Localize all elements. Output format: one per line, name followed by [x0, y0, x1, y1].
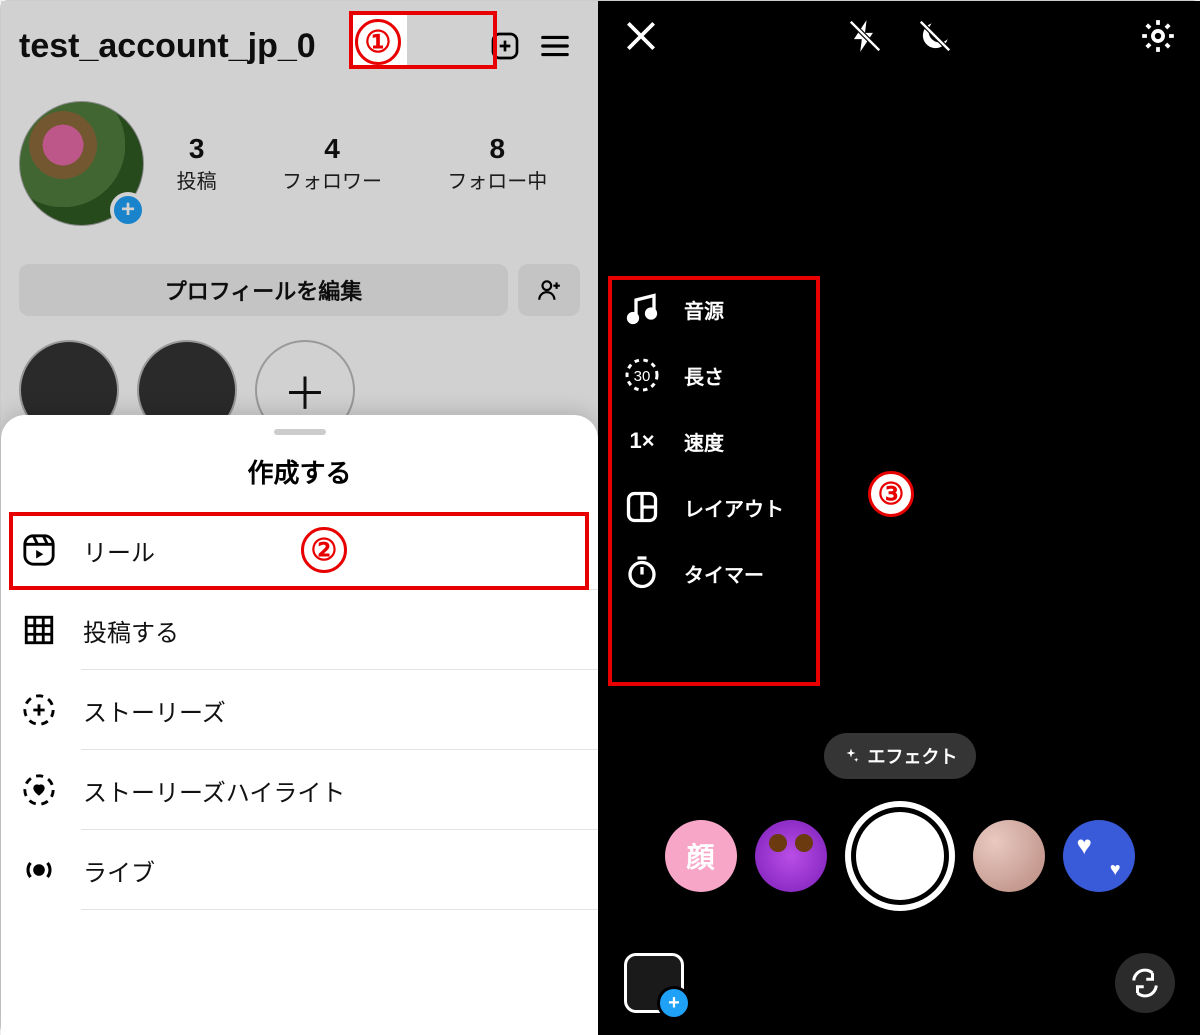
add-person-icon [536, 277, 562, 303]
stat-following-count: 8 [447, 133, 547, 165]
stat-following-label: フォロー中 [447, 165, 547, 194]
sheet-item-label: ストーリーズハイライト [83, 773, 345, 808]
gallery-picker-button[interactable] [624, 953, 684, 1013]
filter-glow[interactable] [973, 820, 1045, 892]
effect-label: エフェクト [868, 743, 958, 769]
create-bottom-sheet: 作成する リール 投稿する ストーリーズ ストーリーズハイライト ライブ [1, 415, 598, 1035]
edit-profile-button[interactable]: プロフィールを編集 [19, 264, 508, 316]
add-story-badge[interactable]: + [110, 192, 146, 228]
stat-posts-count: 3 [177, 133, 217, 165]
stat-followers-label: フォロワー [282, 165, 382, 194]
profile-avatar[interactable]: + [19, 101, 144, 226]
stat-posts[interactable]: 3 投稿 [177, 133, 217, 194]
camera-screen: 音源 30 長さ 1× 速度 レイアウト タイマー ③ エフェクト 顔 [598, 1, 1200, 1035]
sparkle-icon [842, 747, 860, 765]
camera-flip-icon [1130, 968, 1160, 998]
grid-icon [22, 613, 56, 647]
flash-off-icon [846, 17, 884, 55]
stat-followers[interactable]: 4 フォロワー [282, 133, 382, 194]
sheet-drag-handle[interactable] [274, 429, 326, 435]
hamburger-menu-button[interactable] [530, 21, 580, 71]
settings-button[interactable] [1137, 15, 1179, 57]
sheet-item-story-highlight[interactable]: ストーリーズハイライト [1, 750, 598, 830]
heart-ring-icon [22, 773, 56, 807]
discover-people-button[interactable] [518, 264, 580, 316]
story-plus-icon [22, 693, 56, 727]
stat-following[interactable]: 8 フォロー中 [447, 133, 547, 194]
annotation-badge-2: ② [301, 527, 347, 573]
close-icon [622, 17, 660, 55]
close-button[interactable] [620, 15, 662, 57]
sheet-item-label: 投稿する [83, 613, 179, 648]
sheet-item-story[interactable]: ストーリーズ [1, 670, 598, 750]
sheet-item-label: ストーリーズ [83, 693, 226, 728]
sheet-item-live[interactable]: ライブ [1, 830, 598, 910]
annotation-highlight-box-2 [9, 512, 589, 590]
sheet-item-label: ライブ [83, 853, 155, 888]
sheet-title: 作成する [1, 453, 598, 490]
filter-dog-ears[interactable] [755, 820, 827, 892]
stat-followers-count: 4 [282, 133, 382, 165]
stat-posts-label: 投稿 [177, 165, 217, 194]
shutter-inner [856, 812, 944, 900]
flash-off-button[interactable] [844, 15, 886, 57]
gear-icon [1139, 17, 1177, 55]
hamburger-icon [539, 35, 571, 57]
effect-button[interactable]: エフェクト [824, 733, 976, 779]
annotation-badge-1: ① [355, 19, 401, 65]
night-mode-off-button[interactable] [914, 15, 956, 57]
filter-face[interactable]: 顔 [665, 820, 737, 892]
sheet-item-post[interactable]: 投稿する [1, 590, 598, 670]
annotation-highlight-box-3 [608, 276, 820, 686]
moon-off-icon [916, 17, 954, 55]
camera-flip-button[interactable] [1115, 953, 1175, 1013]
filter-hearts[interactable] [1063, 820, 1135, 892]
annotation-badge-3: ③ [868, 471, 914, 517]
live-icon [22, 853, 56, 887]
shutter-button[interactable] [845, 801, 955, 911]
